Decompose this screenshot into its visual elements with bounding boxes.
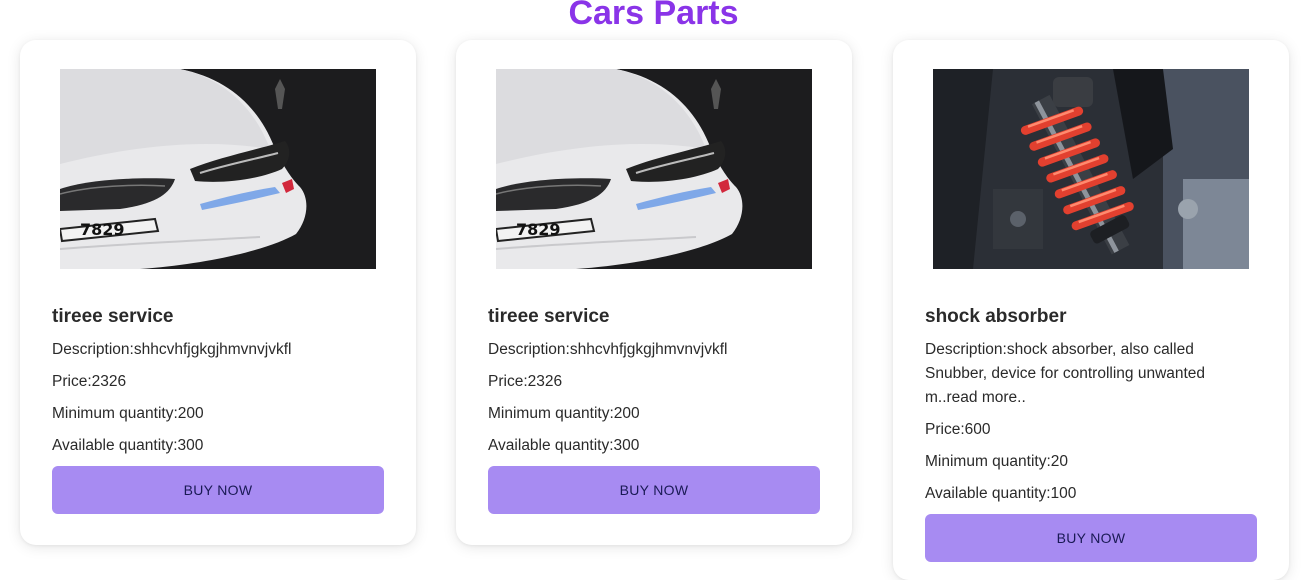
buy-now-button[interactable]: BUY NOW [52,466,384,514]
product-name: shock absorber [925,306,1067,327]
min-quantity-value: 200 [613,405,640,422]
available-quantity-label: Available quantity: [488,437,614,454]
product-name: tireee service [488,306,610,327]
shock-absorber-image[interactable] [933,69,1249,269]
price-value: 2326 [527,373,563,390]
product-card: shock absorber Description:shock absorbe… [893,40,1289,580]
car-headlight-image[interactable]: 7829 [60,69,376,269]
price-label: Price: [925,421,965,438]
svg-text:7829: 7829 [516,220,561,239]
product-price: Price:2326 [488,370,820,394]
product-price: Price:2326 [52,370,384,394]
product-card: 7829 tireee service Description:shhcvhfj… [456,40,852,545]
product-name: tireee service [52,306,174,327]
svg-text:7829: 7829 [80,220,125,239]
product-description: Description:shock absorber, also called … [925,338,1257,410]
page-title: Cars Parts [568,0,739,32]
buy-now-button[interactable]: BUY NOW [925,514,1257,562]
description-value: shhcvhfjgkgjhmvnvjvkfl [569,341,728,358]
min-quantity-value: 200 [177,405,204,422]
description-label: Description: [925,341,1007,358]
product-available-quantity: Available quantity:100 [925,482,1257,506]
product-min-quantity: Minimum quantity:200 [488,402,820,426]
price-value: 600 [964,421,991,438]
buy-now-button[interactable]: BUY NOW [488,466,820,514]
card-body: tireee service Description:shhcvhfjgkgjh… [488,306,820,514]
product-card: 7829 tireee service Description:shhcvhfj… [20,40,416,545]
min-quantity-value: 20 [1050,453,1069,470]
card-body: shock absorber Description:shock absorbe… [925,306,1257,562]
card-body: tireee service Description:shhcvhfjgkgjh… [52,306,384,514]
available-quantity-label: Available quantity: [52,437,178,454]
product-available-quantity: Available quantity:300 [488,434,820,458]
product-price: Price:600 [925,418,1257,442]
description-label: Description: [52,341,134,358]
min-quantity-label: Minimum quantity: [52,405,178,422]
product-min-quantity: Minimum quantity:200 [52,402,384,426]
description-label: Description: [488,341,570,358]
price-label: Price: [52,373,92,390]
min-quantity-label: Minimum quantity: [925,453,1051,470]
description-value: shhcvhfjgkgjhmvnvjvkfl [133,341,292,358]
available-quantity-label: Available quantity: [925,485,1051,502]
price-value: 2326 [91,373,127,390]
min-quantity-label: Minimum quantity: [488,405,614,422]
car-headlight-image[interactable]: 7829 [496,69,812,269]
product-available-quantity: Available quantity:300 [52,434,384,458]
product-min-quantity: Minimum quantity:20 [925,450,1257,474]
available-quantity-value: 300 [613,437,640,454]
available-quantity-value: 300 [177,437,204,454]
price-label: Price: [488,373,528,390]
available-quantity-value: 100 [1050,485,1077,502]
product-description: Description:shhcvhfjgkgjhmvnvjvkfl [488,338,820,362]
product-description: Description:shhcvhfjgkgjhmvnvjvkfl [52,338,384,362]
